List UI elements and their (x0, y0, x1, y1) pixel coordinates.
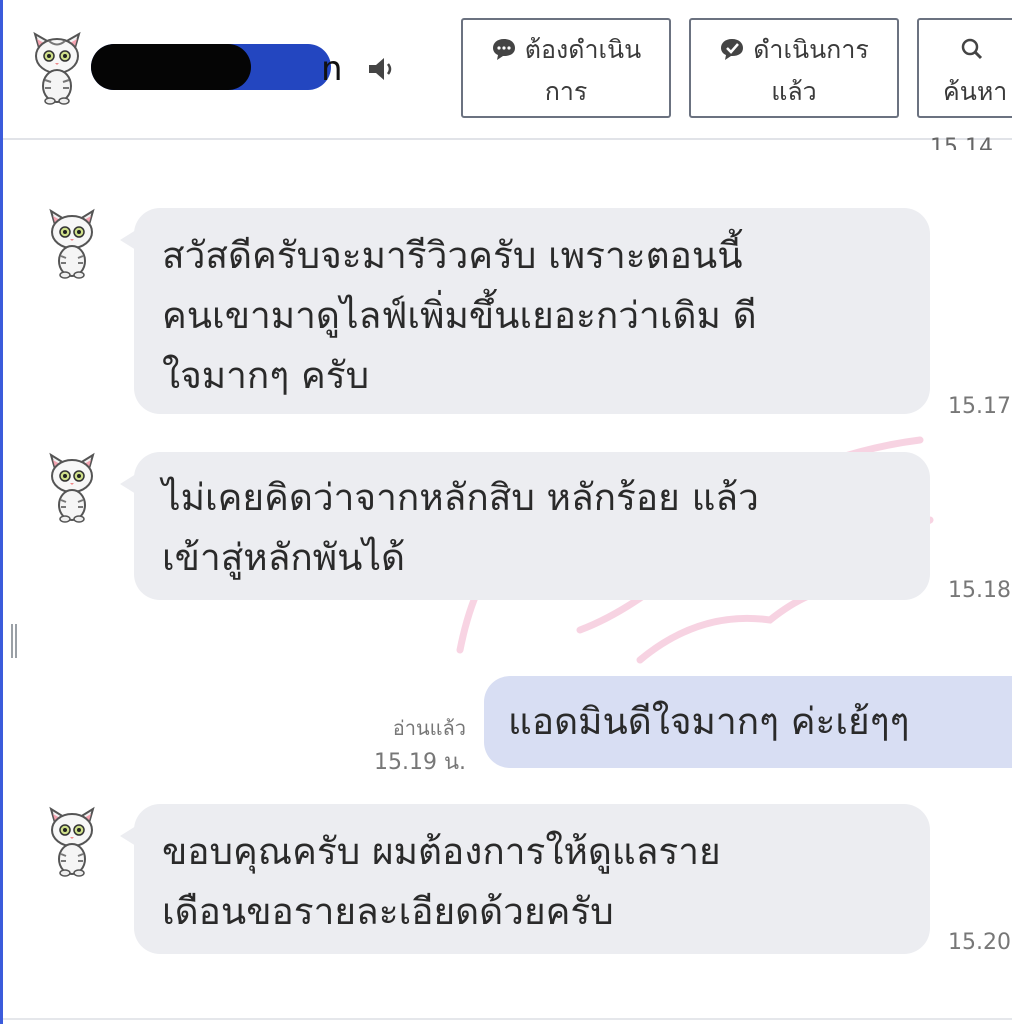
incoming-message-bubble[interactable]: ไม่เคยคิดว่าจากหลักสิบ หลักร้อย แล้ว เข้… (120, 452, 930, 600)
contact-name-redacted (91, 44, 331, 90)
message-text-line: เดือนขอรายละเอียดด้วยครับ (162, 890, 614, 933)
pending-filter-button[interactable]: ต้องดำเนิน การ (461, 18, 671, 118)
contact-name: n (321, 49, 343, 89)
cat-avatar-icon[interactable] (44, 806, 100, 878)
chat-header: n ต้องดำเนิน การ ดำเนินการ แล้ว ค้นหา (3, 0, 1012, 140)
message-time: 15.18 (948, 578, 1011, 603)
search-label: ค้นหา (943, 77, 1008, 106)
chat-window: n ต้องดำเนิน การ ดำเนินการ แล้ว ค้นหา 15… (0, 0, 1012, 1024)
search-button[interactable]: ค้นหา (917, 18, 1012, 118)
pending-label-1: ต้องดำเนิน (524, 35, 642, 64)
chat-bubble-icon (492, 39, 515, 60)
speaker-icon[interactable] (367, 56, 399, 82)
message-time-top: 15.14 น. (930, 135, 993, 150)
incoming-message-bubble[interactable]: สวัสดีครับจะมารีวิวครับ เพราะตอนนี้ คนเข… (120, 208, 930, 414)
search-icon (961, 38, 983, 60)
read-receipt-label: อ่านแล้ว (392, 716, 466, 740)
message-text-line: ใจมากๆ ครับ (162, 354, 370, 397)
message-text-line: ขอบคุณครับ ผมต้องการให้ดูแลราย (162, 830, 721, 873)
message-text-line: สวัสดีครับจะมารีวิวครับ เพราะตอนนี้ (162, 234, 743, 277)
divider (3, 1018, 1012, 1020)
pending-label-2: การ (544, 77, 588, 106)
message-time: 15.20 (948, 930, 1011, 955)
message-time: 15.17 (948, 394, 1011, 419)
cat-avatar-icon[interactable] (44, 208, 100, 280)
done-label-1: ดำเนินการ (753, 35, 869, 64)
message-text-line: คนเขามาดูไลฟ์เพิ่มขึ้นเยอะกว่าเดิม ดี (162, 294, 757, 337)
message-text-line: ไม่เคยคิดว่าจากหลักสิบ หลักร้อย แล้ว (162, 476, 759, 519)
done-label-2: แล้ว (771, 77, 817, 106)
resize-handle[interactable] (11, 624, 17, 658)
message-time: 15.19 น. (373, 750, 466, 775)
redaction-block (91, 44, 251, 90)
check-chat-icon (721, 39, 744, 60)
window-edge (0, 0, 3, 1024)
cat-avatar-icon[interactable] (44, 452, 100, 524)
outgoing-message-bubble[interactable]: แอดมินดีใจมากๆ ค่ะเย้ๆๆ (484, 676, 1012, 768)
cat-avatar-icon[interactable] (27, 30, 87, 106)
message-text-line: แอดมินดีใจมากๆ ค่ะเย้ๆๆ (508, 700, 910, 743)
incoming-message-bubble[interactable]: ขอบคุณครับ ผมต้องการให้ดูแลราย เดือนขอรา… (120, 804, 930, 954)
done-filter-button[interactable]: ดำเนินการ แล้ว (689, 18, 899, 118)
message-text-line: เข้าสู่หลักพันได้ (162, 536, 406, 579)
